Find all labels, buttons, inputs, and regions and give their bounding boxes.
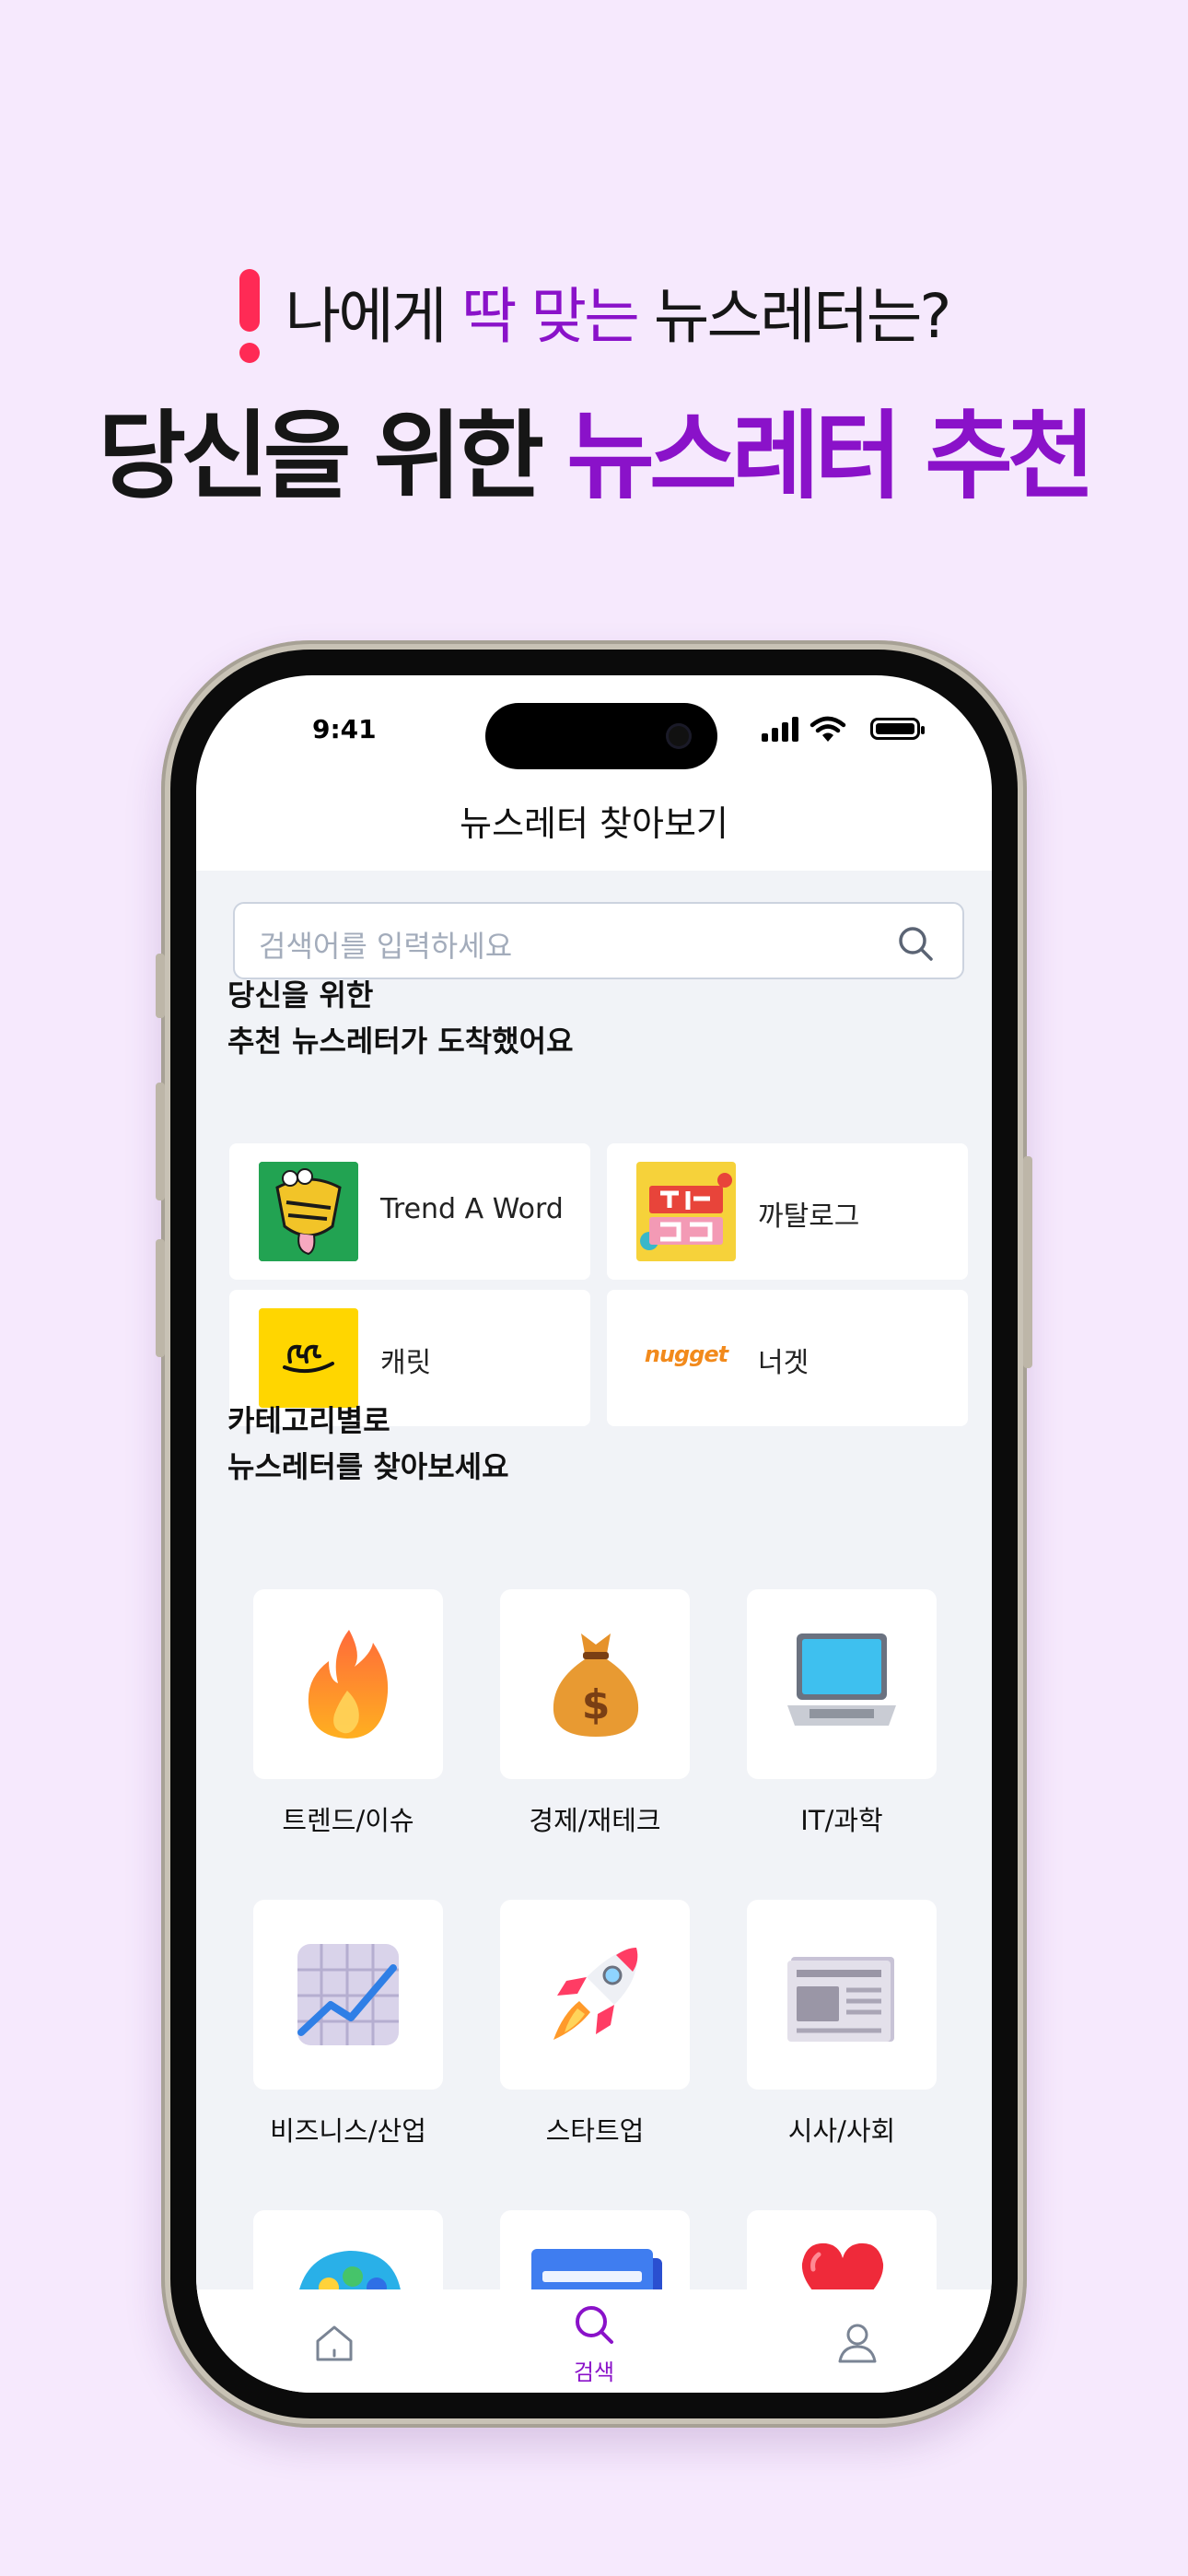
rocket-icon xyxy=(553,1948,638,2040)
category-label: 트렌드/이슈 xyxy=(282,1805,414,1836)
status-icons xyxy=(754,716,925,744)
recommendation-card[interactable]: Trend A Word xyxy=(229,1143,590,1280)
search-placeholder: 검색어를 입력하세요 xyxy=(259,929,513,964)
laptop-icon xyxy=(787,1633,896,1726)
headline-accent-text: 딱 맞는 xyxy=(460,281,640,352)
wifi-icon xyxy=(809,716,846,742)
category-partial[interactable] xyxy=(500,2210,690,2289)
battery-icon xyxy=(870,718,925,740)
power-button xyxy=(1023,1156,1032,1368)
careet-logo xyxy=(259,1308,358,1408)
recommendation-card[interactable]: nugget 너겟 xyxy=(607,1290,968,1426)
newsletter-name: 까탈로그 xyxy=(758,1200,860,1233)
category-label: 스타트업 xyxy=(545,2115,645,2147)
category-startup[interactable]: 스타트업 xyxy=(500,1900,690,2149)
chart-increasing-icon xyxy=(297,1944,399,2045)
newsletter-name: 너겟 xyxy=(758,1347,809,1379)
card-icon xyxy=(531,2249,662,2289)
category-tile[interactable] xyxy=(747,1589,937,1779)
recommendation-card[interactable]: 까탈로그 xyxy=(607,1143,968,1280)
promo-headline-line2: 당신을 위한 뉴스레터 추천 xyxy=(0,378,1188,517)
dynamic-island xyxy=(485,703,717,769)
category-tile[interactable] xyxy=(253,2210,443,2289)
category-current-affairs[interactable]: 시사/사회 xyxy=(747,1900,937,2149)
tab-bar: 검색 xyxy=(196,2289,992,2393)
category-heading-line1: 카테고리별로 xyxy=(227,1403,390,1438)
camera-icon xyxy=(666,723,692,749)
category-tile[interactable] xyxy=(500,2210,690,2289)
category-partial[interactable] xyxy=(747,2210,937,2289)
search-icon[interactable] xyxy=(896,924,935,963)
category-label: IT/과학 xyxy=(800,1805,883,1836)
category-tile[interactable] xyxy=(253,1900,443,2090)
category-partial[interactable] xyxy=(253,2210,443,2289)
category-label: 비즈니스/산업 xyxy=(270,2115,426,2147)
newsletter-name: 캐릿 xyxy=(380,1347,432,1379)
category-heading-line2: 뉴스레터를 찾아보세요 xyxy=(227,1449,509,1484)
newspaper-icon xyxy=(787,1957,894,2042)
home-icon[interactable] xyxy=(312,2321,356,2365)
heart-icon xyxy=(801,2242,884,2289)
promo-headline-line1: 나에게 딱 맞는 뉴스레터는? xyxy=(0,267,1188,367)
fire-icon xyxy=(308,1630,389,1739)
profile-icon[interactable] xyxy=(835,2321,879,2365)
exclamation-icon xyxy=(239,268,260,363)
phone-frame: 9:41 뉴스레터 찾아보기 검색어를 입력하세요 당신을 위한 추천 뉴스레터… xyxy=(156,640,1032,2428)
category-tile[interactable] xyxy=(500,1900,690,2090)
recommendation-heading: 당신을 위한 추천 뉴스레터가 도착했어요 xyxy=(227,972,574,1064)
trend-a-word-logo xyxy=(259,1162,358,1261)
headline-main-text: 당신을 위한 xyxy=(98,400,567,512)
headline-text-end: 뉴스레터는? xyxy=(636,281,952,352)
palette-icon xyxy=(299,2251,401,2289)
main-content[interactable]: 검색어를 입력하세요 당신을 위한 추천 뉴스레터가 도착했어요 Trend A… xyxy=(196,871,992,2289)
mute-switch xyxy=(156,954,165,1018)
tab-profile[interactable] xyxy=(727,2289,992,2393)
volume-down-button xyxy=(156,1239,165,1357)
status-time: 9:41 xyxy=(312,714,377,744)
katalog-logo xyxy=(636,1162,736,1261)
category-it-science[interactable]: IT/과학 xyxy=(747,1589,937,1838)
category-economy[interactable]: $ 경제/재테크 xyxy=(500,1589,690,1838)
recommendation-heading-line1: 당신을 위한 xyxy=(227,978,374,1013)
search-icon[interactable] xyxy=(572,2302,616,2347)
category-label: 시사/사회 xyxy=(787,2115,896,2147)
category-tile[interactable] xyxy=(253,1589,443,1779)
nugget-logo-text: nugget xyxy=(644,1341,728,1367)
category-tile[interactable]: $ xyxy=(500,1589,690,1779)
category-tile[interactable] xyxy=(747,2210,937,2289)
money-bag-icon: $ xyxy=(553,1633,639,1737)
page-title: 뉴스레터 찾아보기 xyxy=(460,803,728,844)
category-tile[interactable] xyxy=(747,1900,937,2090)
headline-text: 나에게 xyxy=(285,281,461,352)
category-trend[interactable]: 트렌드/이슈 xyxy=(253,1589,443,1838)
phone-bezel: 9:41 뉴스레터 찾아보기 검색어를 입력하세요 당신을 위한 추천 뉴스레터… xyxy=(170,650,1018,2418)
tab-search-label: 검색 xyxy=(573,2359,615,2385)
search-input[interactable]: 검색어를 입력하세요 xyxy=(233,902,964,979)
category-business[interactable]: 비즈니스/산업 xyxy=(253,1900,443,2149)
category-label: 경제/재테크 xyxy=(529,1805,661,1836)
tab-search[interactable]: 검색 xyxy=(461,2289,727,2393)
phone-screen: 9:41 뉴스레터 찾아보기 검색어를 입력하세요 당신을 위한 추천 뉴스레터… xyxy=(196,675,992,2393)
newsletter-name: Trend A Word xyxy=(380,1193,564,1225)
category-heading: 카테고리별로 뉴스레터를 찾아보세요 xyxy=(227,1398,509,1490)
recommendation-heading-line2: 추천 뉴스레터가 도착했어요 xyxy=(227,1024,574,1059)
volume-up-button xyxy=(156,1083,165,1200)
svg-text:$: $ xyxy=(582,1681,611,1728)
headline-main-accent: 뉴스레터 추천 xyxy=(566,400,1095,512)
nugget-logo: nugget xyxy=(636,1308,736,1408)
tab-home[interactable] xyxy=(196,2289,461,2393)
cellular-signal-icon xyxy=(762,716,798,742)
